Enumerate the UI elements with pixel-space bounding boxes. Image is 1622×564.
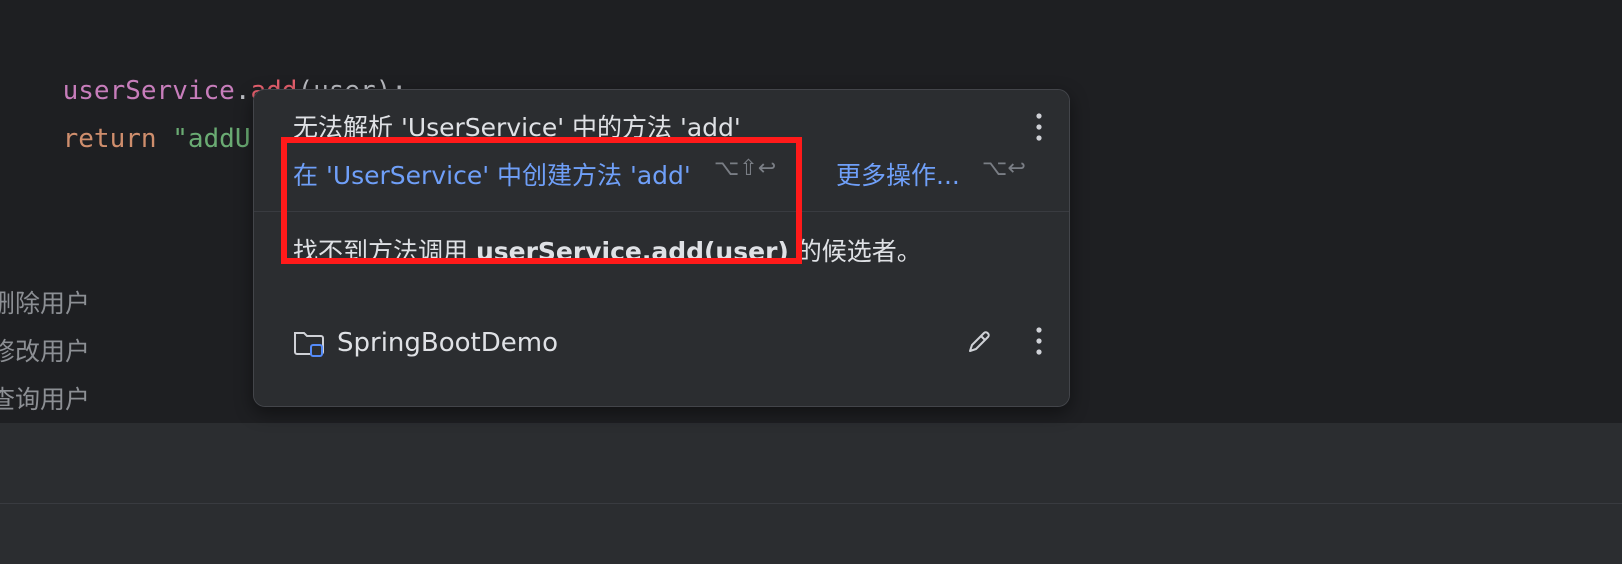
comment-query-user: 查询用户	[0, 385, 91, 414]
popup-footer: SpringBootDemo	[254, 316, 1069, 376]
description-suffix: 的候选者。	[788, 237, 922, 266]
project-name: SpringBootDemo	[337, 328, 558, 358]
pencil-icon[interactable]	[965, 328, 993, 356]
bottom-panel	[0, 423, 1622, 504]
code-keyword-token: return	[62, 124, 157, 154]
more-vertical-icon[interactable]	[1035, 326, 1043, 356]
error-description: 找不到方法调用 userService.add(user) 的候选者。	[293, 232, 922, 268]
popup-actions-row: 在 'UserService' 中创建方法 'add' ⌥⇧↩ 更多操作... …	[254, 144, 1069, 210]
popup-body: 找不到方法调用 userService.add(user) 的候选者。 Spri…	[254, 212, 1069, 406]
description-code: userService.add(user)	[475, 237, 789, 266]
create-method-shortcut: ⌥⇧↩	[714, 156, 777, 181]
description-prefix: 找不到方法调用	[293, 237, 476, 266]
error-quick-fix-popup: 无法解析 'UserService' 中的方法 'add' 在 'UserSer…	[253, 89, 1070, 407]
more-actions-shortcut: ⌥↩	[982, 156, 1026, 181]
popup-title: 无法解析 'UserService' 中的方法 'add'	[293, 113, 741, 142]
more-vertical-icon[interactable]	[1035, 112, 1043, 142]
comment-delete-user: 删除用户	[0, 289, 91, 318]
folder-icon	[294, 332, 324, 357]
status-area	[0, 504, 1622, 564]
popup-header: 无法解析 'UserService' 中的方法 'add' 在 'UserSer…	[254, 90, 1069, 212]
comment-update-user: 修改用户	[0, 337, 91, 366]
more-actions-link[interactable]: 更多操作...	[836, 156, 960, 192]
create-method-action[interactable]: 在 'UserService' 中创建方法 'add'	[293, 156, 691, 192]
